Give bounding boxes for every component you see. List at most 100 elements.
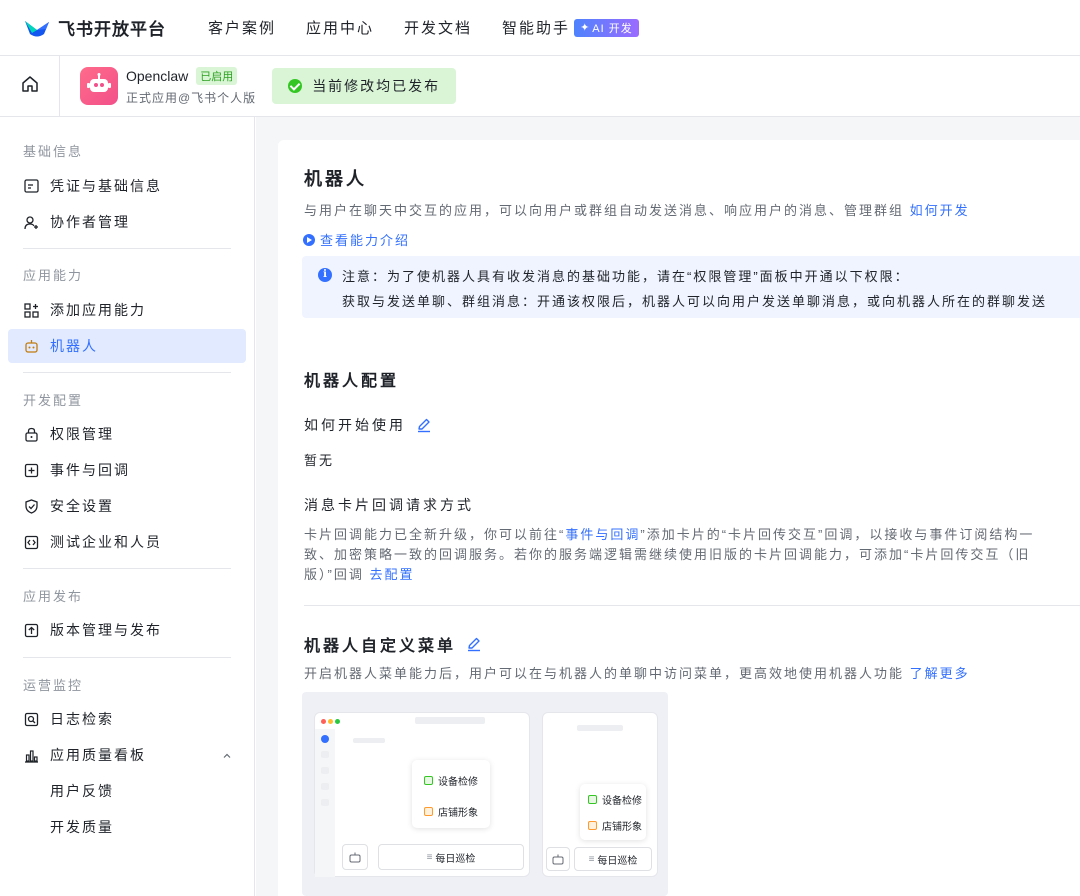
card-callback-title-text: 消息卡片回调请求方式 bbox=[304, 497, 474, 513]
sidebar-item-add-capability[interactable]: 添加应用能力 bbox=[8, 293, 246, 327]
placeholder-bar bbox=[415, 717, 485, 724]
sidebar-item-label: 添加应用能力 bbox=[50, 302, 146, 318]
store-icon bbox=[588, 821, 597, 830]
daily-check-button-illustration: ≡ 每日巡检 bbox=[378, 844, 524, 870]
menu-item-store-label: 店铺形象 bbox=[602, 822, 642, 833]
daily-check-label: 每日巡检 bbox=[597, 855, 638, 867]
nav-link-docs[interactable]: 开发文档 bbox=[404, 17, 472, 38]
robot-avatar-icon bbox=[87, 72, 111, 100]
section-divider bbox=[304, 605, 1080, 606]
check-circle-icon bbox=[288, 79, 303, 93]
ai-badge: ✦ AI 开发 bbox=[574, 18, 639, 37]
sidebar-item-logs[interactable]: 日志检索 bbox=[8, 702, 246, 736]
list-icon: ≡ bbox=[426, 851, 433, 863]
menu-item-repair-label: 设备检修 bbox=[602, 796, 642, 807]
sidebar-divider bbox=[23, 248, 231, 249]
page-description: 与用户在聊天中交互的应用，可以向用户或群组自动发送消息、响应用户的消息、管理群组… bbox=[304, 200, 970, 219]
placeholder-bar bbox=[353, 738, 385, 743]
howto-heading: 如何开始使用 bbox=[304, 415, 432, 435]
sidebar-item-dev-quality[interactable]: 开发质量 bbox=[8, 810, 246, 844]
robot-button-illustration bbox=[546, 847, 570, 871]
sidebar-item-label: 日志检索 bbox=[50, 711, 114, 727]
sidebar-item-robot[interactable]: 机器人 bbox=[8, 329, 246, 363]
events-callback-link[interactable]: 事件与回调 bbox=[565, 527, 640, 542]
menu-description-text: 开启机器人菜单能力后，用户可以在与机器人的单聊中访问菜单，更高效地使用机器人功能 bbox=[304, 666, 905, 681]
section-title-menu: 机器人自定义菜单 bbox=[304, 632, 482, 656]
logo-text: 飞书开放平台 bbox=[58, 20, 166, 39]
sidebar-item-permissions[interactable]: 权限管理 bbox=[8, 417, 246, 451]
menu-description: 开启机器人菜单能力后，用户可以在与机器人的单聊中访问菜单，更高效地使用机器人功能… bbox=[304, 663, 970, 682]
log-search-icon bbox=[23, 711, 39, 727]
publish-status: 当前修改均已发布 bbox=[272, 68, 457, 104]
lock-icon bbox=[23, 426, 39, 442]
user-add-icon bbox=[23, 214, 39, 230]
sidebar-item-security[interactable]: 安全设置 bbox=[8, 489, 246, 523]
sidebar-item-label: 权限管理 bbox=[50, 426, 114, 442]
ai-badge-label: AI 开发 bbox=[592, 22, 633, 35]
notice-line-1: 注意：为了使机器人具有收发消息的基础功能，请在“权限管理”面板中开通以下权限： bbox=[342, 269, 910, 284]
edit-pencil-icon[interactable] bbox=[466, 636, 482, 652]
sidebar: 基础信息 凭证与基础信息 协作者管理 应用能力 添加应用能力 机器人 开发配置 … bbox=[0, 117, 255, 896]
window-dot bbox=[328, 719, 333, 724]
play-icon bbox=[303, 233, 315, 246]
upload-box-icon bbox=[23, 622, 39, 638]
window-dot bbox=[321, 719, 326, 724]
menu-item-repair-label: 设备检修 bbox=[438, 777, 478, 788]
sidebar-divider bbox=[23, 372, 231, 373]
window-dot bbox=[335, 719, 340, 724]
sidebar-item-credentials[interactable]: 凭证与基础信息 bbox=[8, 169, 246, 203]
page-title: 机器人 bbox=[304, 169, 367, 189]
description-text: 与用户在聊天中交互的应用，可以向用户或群组自动发送消息、响应用户的消息、管理群组 bbox=[304, 203, 905, 218]
menu-item-repair: 设备检修 bbox=[588, 792, 642, 807]
go-configure-link[interactable]: 去配置 bbox=[369, 567, 414, 582]
card-callback-text: 卡片回调能力已全新升级，你可以前往“事件与回调”添加卡片的“卡片回传交互”回调，… bbox=[304, 525, 1064, 585]
menu-item-store: 店铺形象 bbox=[424, 804, 478, 819]
placeholder-bar bbox=[321, 799, 329, 806]
wrench-icon bbox=[588, 795, 597, 804]
wrench-icon bbox=[424, 776, 433, 785]
publish-status-label: 当前修改均已发布 bbox=[312, 78, 441, 94]
home-button[interactable] bbox=[0, 56, 60, 116]
how-to-develop-link[interactable]: 如何开发 bbox=[910, 203, 970, 218]
howto-value: 暂无 bbox=[304, 453, 335, 468]
sidebar-item-label: 安全设置 bbox=[50, 498, 114, 514]
home-icon bbox=[21, 75, 39, 98]
nav-link-app-center[interactable]: 应用中心 bbox=[306, 17, 374, 38]
card-callback-title: 消息卡片回调请求方式 bbox=[304, 495, 474, 515]
howto-title: 如何开始使用 bbox=[304, 417, 406, 433]
store-icon bbox=[424, 807, 433, 816]
nav-link-cases[interactable]: 客户案例 bbox=[208, 17, 276, 38]
sidebar-item-label: 凭证与基础信息 bbox=[50, 178, 162, 194]
chevron-up-icon[interactable] bbox=[222, 748, 232, 764]
logo[interactable]: 飞书开放平台 bbox=[24, 15, 166, 40]
feishu-logo-icon bbox=[24, 17, 50, 39]
sidebar-item-collaborators[interactable]: 协作者管理 bbox=[8, 205, 246, 239]
sidebar-group-dev-config: 开发配置 bbox=[23, 393, 84, 408]
sidebar-item-events[interactable]: 事件与回调 bbox=[8, 453, 246, 487]
nav-link-assistant[interactable]: 智能助手 ✦ AI 开发 bbox=[502, 17, 639, 38]
placeholder-bar bbox=[321, 783, 329, 790]
top-nav: 飞书开放平台 客户案例 应用中心 开发文档 智能助手 ✦ AI 开发 bbox=[0, 0, 1080, 56]
shield-icon bbox=[23, 498, 39, 514]
event-box-icon bbox=[23, 462, 39, 478]
view-intro-link[interactable]: 查看能力介绍 bbox=[303, 230, 410, 249]
menu-item-store-label: 店铺形象 bbox=[438, 808, 478, 819]
sidebar-item-user-feedback[interactable]: 用户反馈 bbox=[8, 774, 246, 808]
bar-chart-icon bbox=[23, 747, 39, 763]
learn-more-link[interactable]: 了解更多 bbox=[910, 666, 970, 681]
sidebar-item-label: 版本管理与发布 bbox=[50, 622, 162, 638]
menu-item-store: 店铺形象 bbox=[588, 818, 642, 833]
sidebar-item-quality-board[interactable]: 应用质量看板 bbox=[8, 738, 246, 772]
menu-item-repair: 设备检修 bbox=[424, 773, 478, 788]
daily-check-label: 每日巡检 bbox=[435, 853, 476, 865]
edit-pencil-icon[interactable] bbox=[416, 417, 432, 433]
sidebar-item-versions[interactable]: 版本管理与发布 bbox=[8, 613, 246, 647]
robot-icon bbox=[23, 338, 39, 354]
permission-notice: i 注意：为了使机器人具有收发消息的基础功能，请在“权限管理”面板中开通以下权限… bbox=[302, 256, 1080, 318]
sidebar-item-label: 应用质量看板 bbox=[50, 747, 146, 763]
sidebar-divider bbox=[23, 657, 231, 658]
app-avatar[interactable] bbox=[80, 67, 118, 105]
menu-illustration: 设备检修 店铺形象 ≡ 每日巡检 设备检修 店铺形象 ≡ 每日巡检 bbox=[302, 692, 668, 896]
grid-plus-icon bbox=[23, 302, 39, 318]
sidebar-item-test-users[interactable]: 测试企业和人员 bbox=[8, 525, 246, 559]
